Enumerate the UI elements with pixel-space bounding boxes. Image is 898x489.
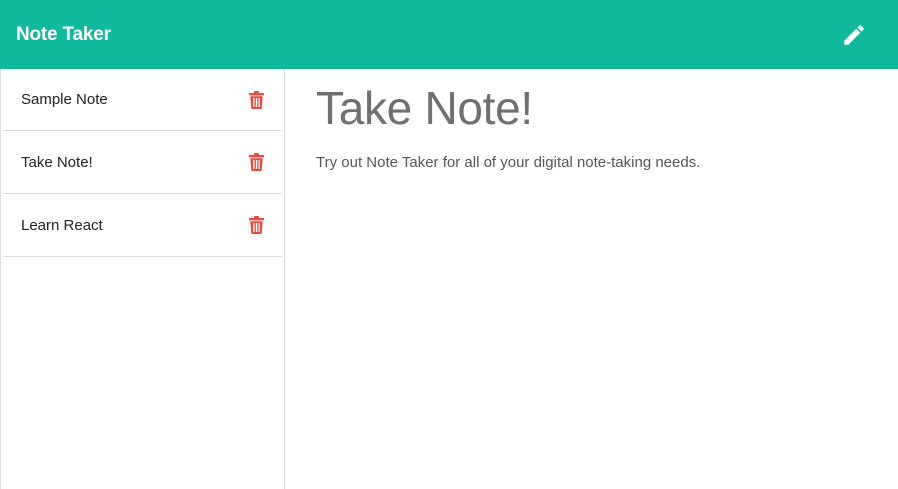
note-title[interactable]: Sample Note	[21, 91, 108, 108]
new-note-button[interactable]	[840, 21, 868, 49]
notes-sidebar: Sample Note Take Note! Learn React	[0, 69, 285, 489]
list-item-note[interactable]: Sample Note	[3, 69, 282, 131]
note-text-field[interactable]: Try out Note Taker for all of your digit…	[316, 153, 868, 173]
note-title-field[interactable]: Take Note!	[316, 81, 868, 135]
note-view: Take Note! Try out Note Taker for all of…	[285, 69, 898, 489]
list-item-note[interactable]: Take Note!	[3, 131, 282, 194]
pencil-icon	[844, 24, 864, 45]
delete-note-button[interactable]	[248, 215, 264, 235]
delete-note-button[interactable]	[248, 90, 264, 110]
delete-note-button[interactable]	[248, 152, 264, 172]
note-title[interactable]: Take Note!	[21, 154, 93, 171]
trash-icon	[248, 216, 264, 234]
trash-icon	[248, 153, 264, 171]
list-item-note[interactable]: Learn React	[3, 194, 282, 257]
navbar: Note Taker	[0, 0, 898, 69]
app-title[interactable]: Note Taker	[16, 24, 111, 46]
notes-list: Sample Note Take Note! Learn React	[1, 69, 284, 257]
trash-icon	[248, 90, 264, 109]
note-title[interactable]: Learn React	[21, 217, 103, 234]
